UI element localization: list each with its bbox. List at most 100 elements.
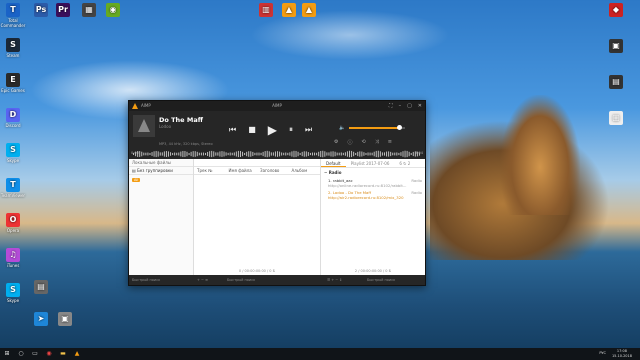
desktop-icon[interactable]: ◉ xyxy=(100,3,126,18)
volume-knob[interactable] xyxy=(396,125,402,130)
desktop-icon[interactable]: ♫ iTunes xyxy=(0,248,26,268)
playlist-group-header[interactable]: − Radio xyxy=(321,168,425,177)
desktop-icon[interactable]: ➤ xyxy=(28,312,54,327)
minimize-button[interactable]: – xyxy=(399,101,402,111)
search-input-playlist[interactable]: Быстрый поиск xyxy=(364,278,424,282)
add-remove-buttons[interactable]: + − ≡ xyxy=(194,278,224,282)
repeat-icon[interactable]: ⟲ xyxy=(362,139,366,146)
info-icon[interactable]: ⓘ xyxy=(347,139,352,146)
desktop-icon[interactable]: ▤ xyxy=(28,280,54,295)
grouping-select[interactable]: ▤ Без группировки xyxy=(129,167,193,175)
desktop-icon[interactable]: ▢ xyxy=(603,111,629,126)
desktop-icon[interactable]: O Opera xyxy=(0,213,26,233)
desktop-icon[interactable]: ▣ xyxy=(603,39,629,54)
speaker-icon[interactable]: 🔈 xyxy=(339,125,345,131)
waveform-bar xyxy=(326,152,328,156)
waveform-bar xyxy=(182,150,184,158)
desktop-icon[interactable]: ▤ xyxy=(603,75,629,90)
aimp-taskbar-icon[interactable]: ▲ xyxy=(70,348,84,360)
equalizer-icon[interactable]: ≡ xyxy=(388,139,392,146)
waveform-bar xyxy=(336,152,338,156)
desktop-icon[interactable]: D Discord xyxy=(0,108,26,128)
pause-button[interactable]: ⏸ xyxy=(289,125,293,135)
settings-icon[interactable]: ⚙ xyxy=(334,139,338,146)
desktop-icon[interactable]: S Skype xyxy=(0,143,26,163)
column-header[interactable]: Трек № xyxy=(194,167,226,174)
search-input-files[interactable]: Быстрый поиск xyxy=(224,278,324,282)
shuffle-icon[interactable]: ⤨ xyxy=(375,139,379,146)
explorer-icon[interactable]: ▬ xyxy=(56,348,70,360)
waveform-bar xyxy=(324,151,326,157)
app-icon: S xyxy=(6,38,20,52)
app-icon: S xyxy=(6,283,20,297)
tab-counter[interactable]: 6 ↻ 2 xyxy=(394,159,415,167)
desktop-icon[interactable]: T TeamViewer xyxy=(0,178,26,198)
waveform-bar xyxy=(260,152,262,156)
library-tab[interactable]: Локальные файлы xyxy=(129,159,193,167)
desktop-icon[interactable]: Pr xyxy=(50,3,76,18)
volume-slider[interactable] xyxy=(349,125,406,130)
maximize-button[interactable]: ▢ xyxy=(407,101,412,111)
start-icon[interactable]: ⊞ xyxy=(0,348,14,360)
app-icon: ▣ xyxy=(609,39,623,53)
desktop-icon[interactable]: ▦ xyxy=(76,3,102,18)
playlist-actions[interactable]: ☰ + − ↕ xyxy=(324,278,364,282)
waveform-bar xyxy=(190,151,192,157)
chrome-icon[interactable]: ◉ xyxy=(42,348,56,360)
search-icon[interactable]: ○ xyxy=(14,348,28,360)
waveform-seekbar[interactable] xyxy=(133,150,421,158)
tab-playlist-2017[interactable]: Playlist 2017-07-06 xyxy=(346,159,395,167)
previous-button[interactable]: ⏮ xyxy=(229,125,236,135)
column-header[interactable]: Имя файла xyxy=(226,167,258,174)
track-artist: Lodoo xyxy=(159,124,172,129)
playlist-item[interactable]: 2. Lodoo - Do The Maff http://air2.radio… xyxy=(321,189,425,201)
desktop-icon[interactable]: S Steam xyxy=(0,38,26,58)
search-input-library[interactable]: Быстрый поиск xyxy=(129,278,194,282)
waveform-bar xyxy=(330,151,332,157)
waveform-bar xyxy=(367,152,369,156)
waveform-bar xyxy=(207,151,209,157)
desktop-icon-label: Total Commander xyxy=(0,18,26,28)
waveform-bar xyxy=(353,151,355,157)
next-button[interactable]: ⏭ xyxy=(305,125,312,135)
desktop-icon[interactable]: E Epic Games xyxy=(0,73,26,93)
waveform-bar xyxy=(338,152,340,156)
playlist-item[interactable]: 1. rabbit_aac http://online.radiorecord.… xyxy=(321,177,425,189)
waveform-bar xyxy=(180,151,182,157)
waveform-bar xyxy=(357,151,359,157)
tab-default[interactable]: Default xyxy=(321,159,346,167)
waveform-bar xyxy=(205,152,207,156)
taskbar: ⊞ ○ ▭ ◉ ▬ ▲ РУС 17:08 15.10.2018 xyxy=(0,348,640,360)
desktop-icon[interactable]: ▣ xyxy=(52,312,78,327)
desktop-icon[interactable]: ◆ xyxy=(603,3,629,18)
desktop-icon[interactable]: ▲ xyxy=(296,3,322,18)
close-button[interactable]: ✕ xyxy=(418,101,422,111)
waveform-bar xyxy=(194,151,196,157)
app-icon: ▥ xyxy=(259,3,273,17)
waveform-bar xyxy=(392,152,394,156)
waveform-bar xyxy=(297,151,299,157)
waveform-bar xyxy=(227,152,229,156)
waveform-bar xyxy=(283,152,285,156)
waveform-bar xyxy=(170,152,172,156)
desktop-icon[interactable]: S Skype xyxy=(0,283,26,303)
group-label: Radio xyxy=(328,170,342,175)
play-button[interactable]: ▶ xyxy=(268,124,277,136)
waveform-bar xyxy=(165,151,167,157)
window-titlebar[interactable]: AIMP AIMP ⛶ – ▢ ✕ xyxy=(129,101,425,111)
task-view-icon[interactable]: ▭ xyxy=(28,348,42,360)
app-icon: ▤ xyxy=(609,75,623,89)
aimp-window: AIMP AIMP ⛶ – ▢ ✕ Do The Maff Lodoo MP3,… xyxy=(128,100,426,286)
all-filter-badge[interactable]: All xyxy=(132,178,141,182)
clock-date: 15.10.2018 xyxy=(611,354,632,358)
column-header[interactable]: Альбом xyxy=(289,167,321,174)
column-header[interactable]: Заголово xyxy=(257,167,289,174)
waveform-bar xyxy=(342,152,344,156)
waveform-bar xyxy=(410,152,412,156)
clock[interactable]: 17:08 15.10.2018 xyxy=(612,349,632,359)
language-indicator[interactable]: РУС xyxy=(599,351,606,355)
stop-button[interactable]: ■ xyxy=(248,125,256,135)
desktop-icon[interactable]: T Total Commander xyxy=(0,3,26,28)
waveform-bar xyxy=(305,151,307,157)
fullscreen-icon[interactable]: ⛶ xyxy=(389,101,393,111)
